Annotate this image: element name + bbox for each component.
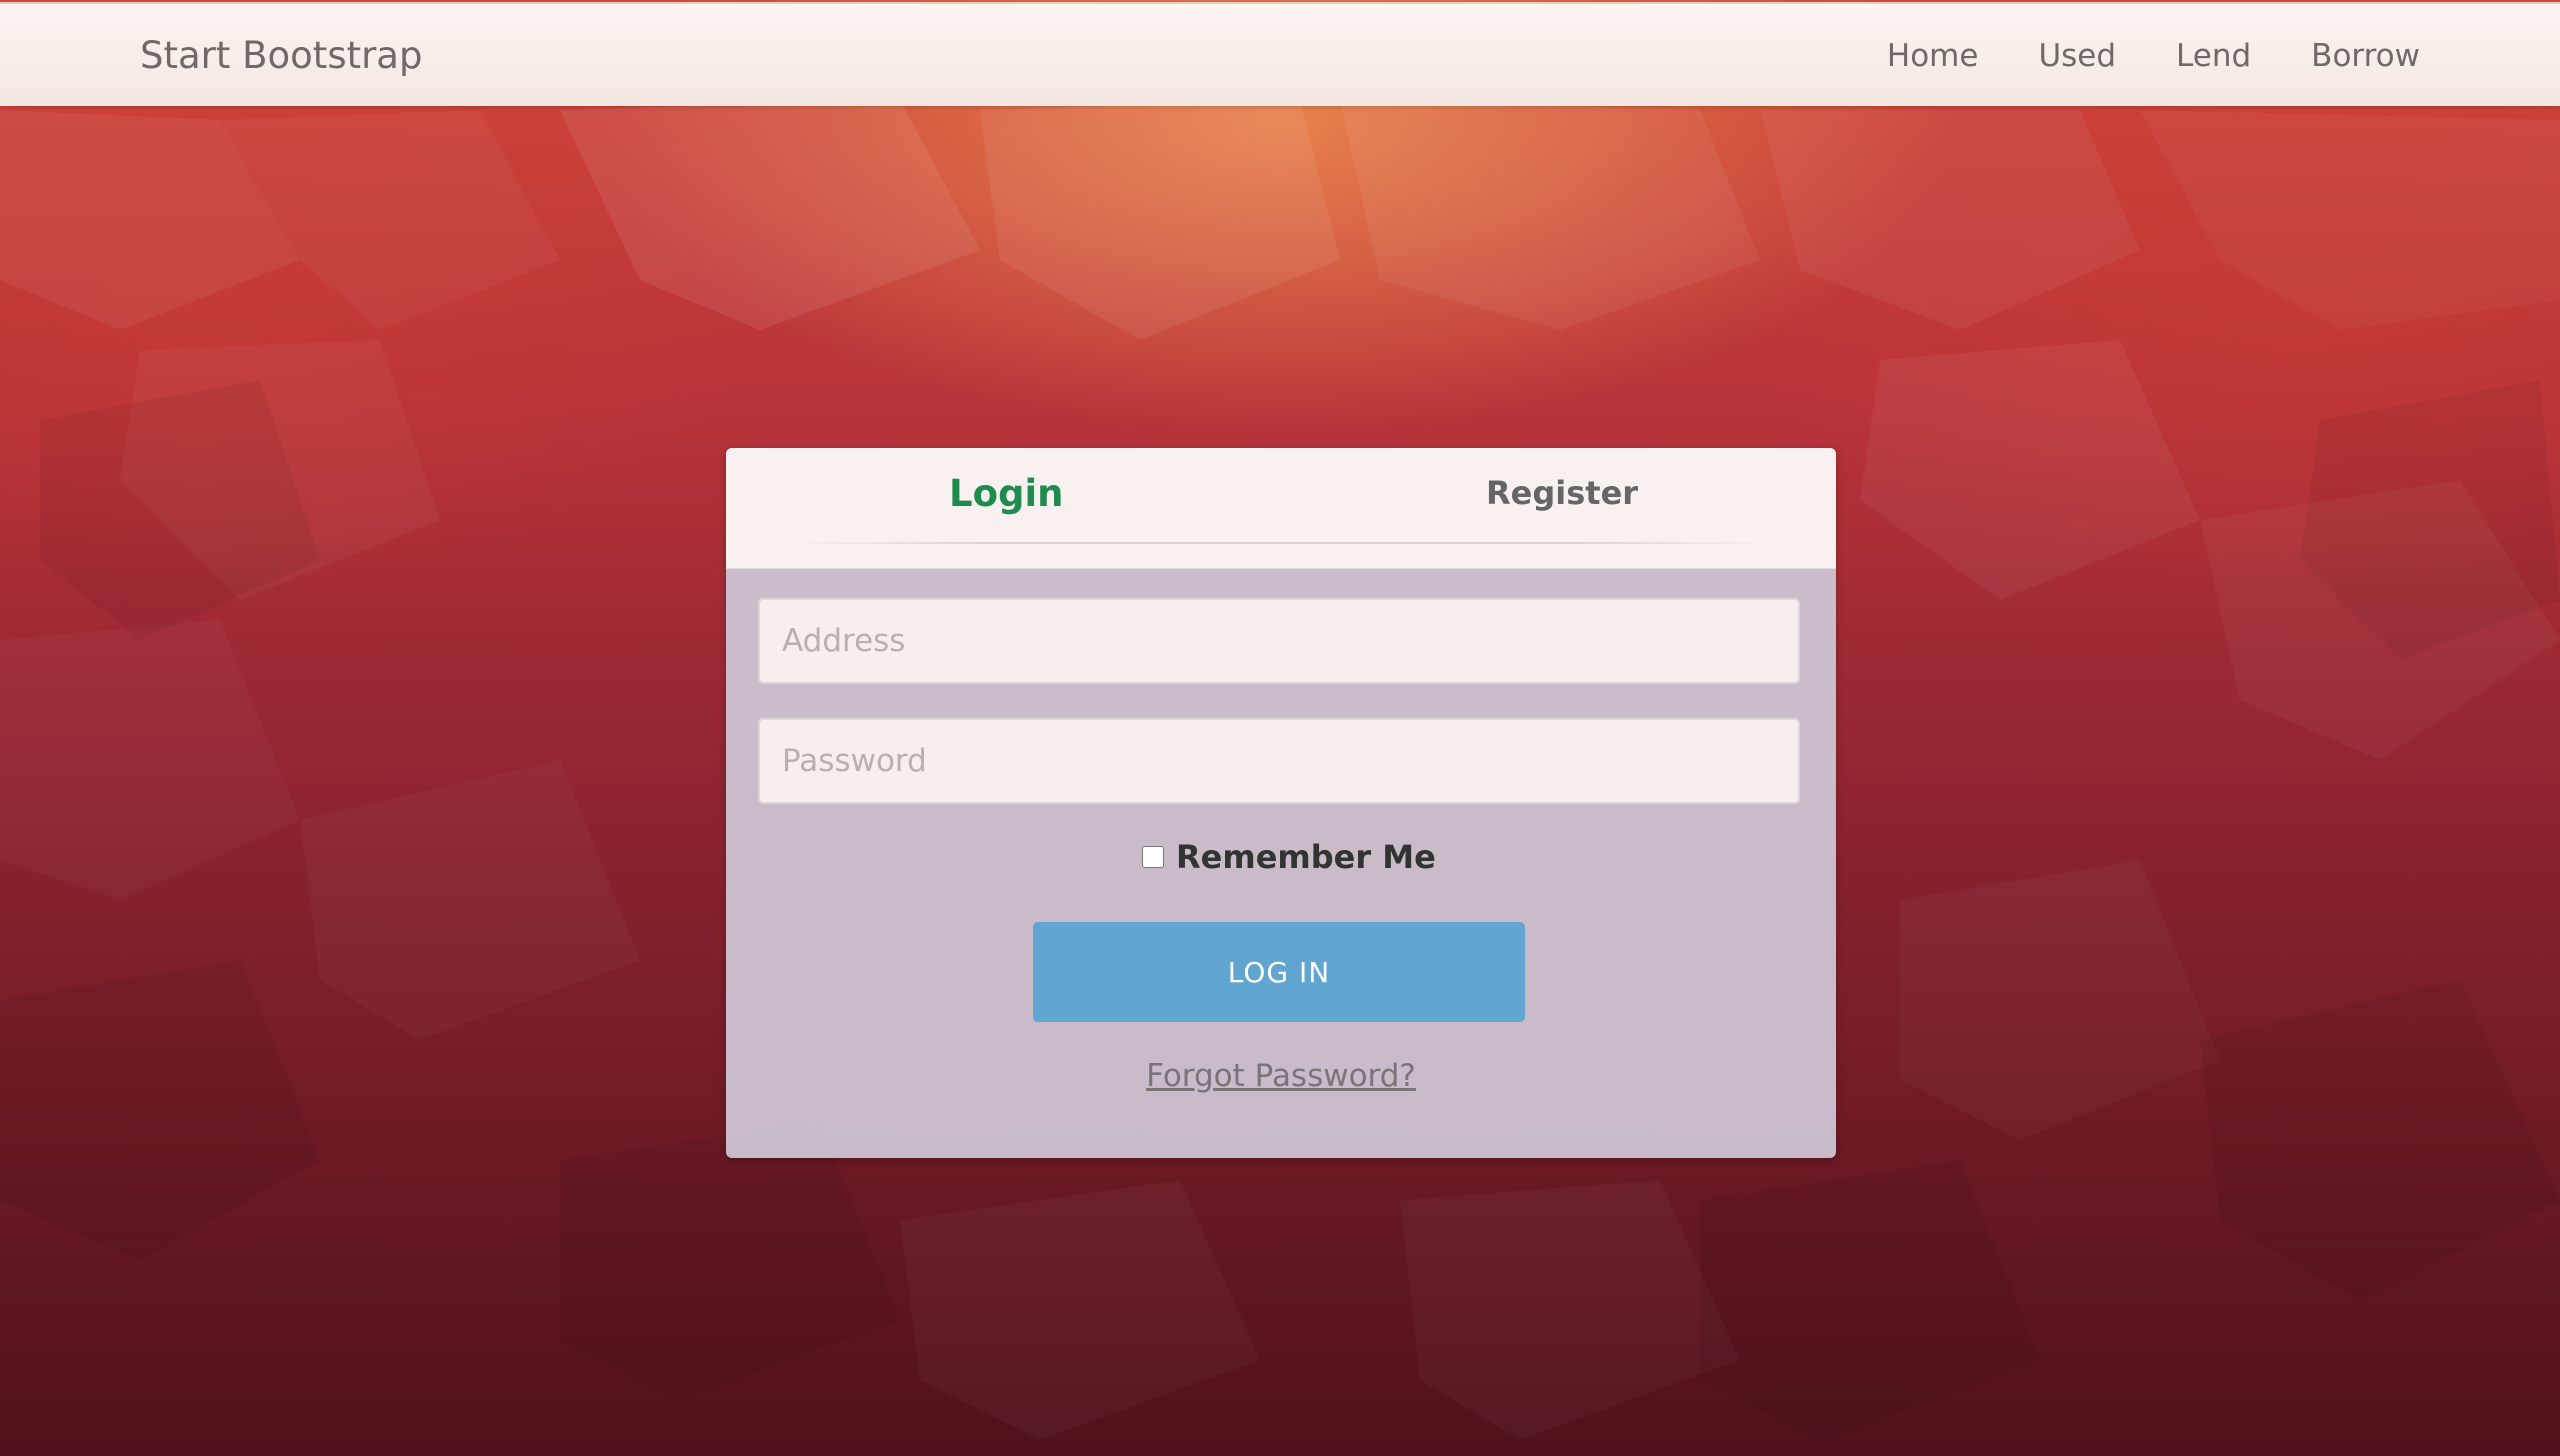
nav-link-used[interactable]: Used: [2038, 38, 2116, 74]
address-input[interactable]: [758, 598, 1800, 684]
tab-login[interactable]: Login: [949, 472, 1064, 515]
remember-me-checkbox[interactable]: [1142, 846, 1164, 868]
nav-link-home[interactable]: Home: [1887, 38, 1979, 74]
heading-divider: [786, 542, 1776, 544]
panel-heading: Login Register: [726, 448, 1836, 569]
password-input[interactable]: [758, 718, 1800, 804]
login-panel: Login Register Remember Me LOG IN Forgot…: [726, 448, 1836, 1158]
brand-link[interactable]: Start Bootstrap: [140, 34, 422, 77]
top-navbar: Start Bootstrap Home Used Lend Borrow: [0, 2, 2560, 106]
nav-links: Home Used Lend Borrow: [1887, 38, 2420, 74]
remember-me-group: Remember Me: [1142, 838, 1436, 876]
remember-me-label[interactable]: Remember Me: [1176, 838, 1436, 876]
nav-link-lend[interactable]: Lend: [2176, 38, 2251, 74]
tab-register[interactable]: Register: [1486, 474, 1638, 512]
login-button[interactable]: LOG IN: [1033, 922, 1525, 1022]
forgot-password-link[interactable]: Forgot Password?: [726, 1058, 1836, 1094]
nav-link-borrow[interactable]: Borrow: [2311, 38, 2420, 74]
